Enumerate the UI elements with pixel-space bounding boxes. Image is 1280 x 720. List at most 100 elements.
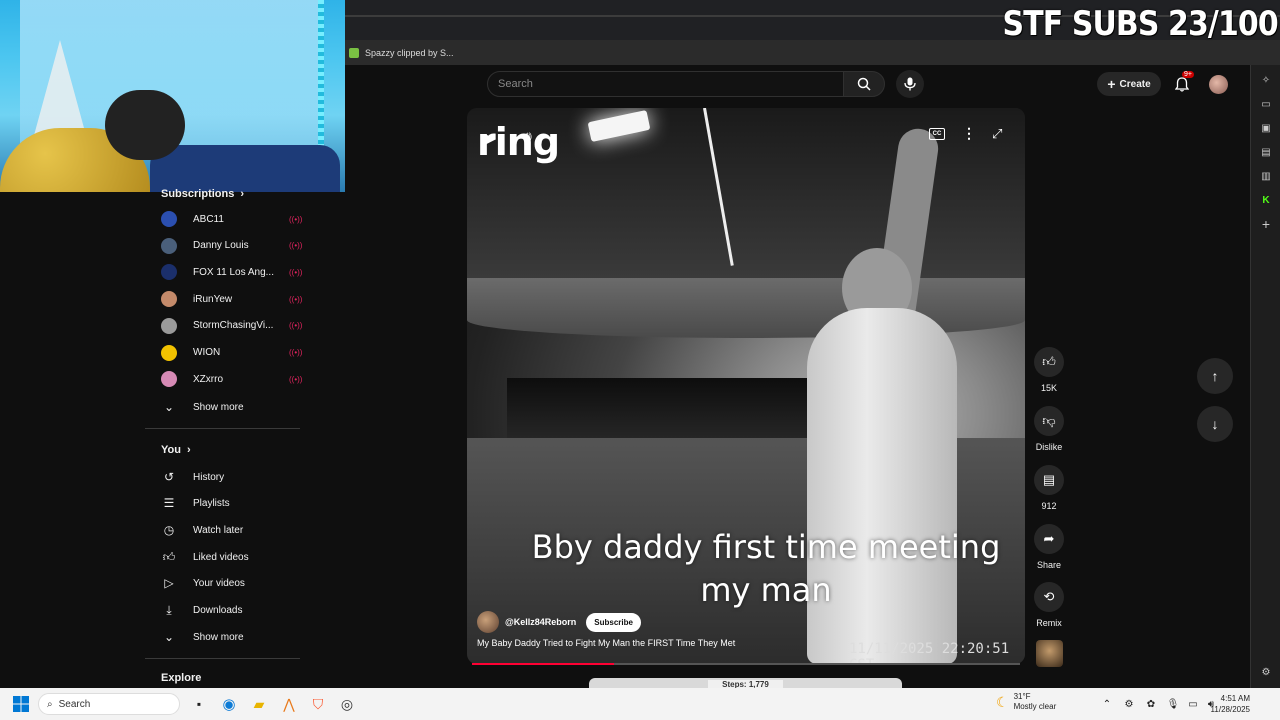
video-caption: Bby daddy first time meeting my man xyxy=(467,526,1025,612)
subscription-name: Danny Louis xyxy=(193,240,249,252)
sidebar-item-label: History xyxy=(193,471,225,483)
thumbs-down-icon[interactable]: 👎︎ xyxy=(1034,406,1064,436)
weather-desc: Mostly clear xyxy=(1013,702,1057,711)
search-input[interactable]: Search xyxy=(487,71,844,97)
reading-list-icon[interactable]: ▥ xyxy=(1259,169,1273,183)
sidebar-item-playlists[interactable]: ☰ Playlists xyxy=(161,490,301,516)
subscription-name: ABC11 xyxy=(193,213,224,225)
subscription-item[interactable]: FOX 11 Los Ang... ((•)) xyxy=(161,259,302,285)
next-short-preview[interactable]: Steps: 1,779 xyxy=(589,678,902,688)
taskbar-clock[interactable]: 4:51 AM 11/28/2025 xyxy=(1211,693,1250,715)
show-more-label: Show more xyxy=(193,401,244,413)
sidebar-item-watch-later[interactable]: ◷ Watch later xyxy=(161,517,301,543)
search-button[interactable] xyxy=(843,71,885,97)
tray-app-icon[interactable]: ✿ xyxy=(1144,694,1158,714)
you-title: You xyxy=(161,444,181,456)
sidebar-item-label: Watch later xyxy=(193,524,244,536)
show-more-subscriptions[interactable]: ⌄ Show more xyxy=(161,394,301,420)
moon-cloud-icon: ☾ xyxy=(996,693,1009,710)
create-button[interactable]: + Create xyxy=(1097,72,1161,96)
brave-browser-icon[interactable]: ⛉ xyxy=(308,694,328,714)
subscription-item[interactable]: Danny Louis ((•)) xyxy=(161,233,303,259)
sidebar-item-label: Your videos xyxy=(193,577,245,589)
like-action[interactable]: 👍︎ 15K xyxy=(1034,347,1064,393)
shorts-video-player[interactable]: ring ▶ 🔊︎ CC ⋮ ⤢ Bby daddy first time me… xyxy=(467,108,1025,664)
sidebar-item-history[interactable]: ↺ History xyxy=(161,464,301,490)
browser-sidebar: ✧ ▭ ▣ ▤ ▥ K + ⚙ xyxy=(1250,65,1280,688)
sidebar-item-label: Downloads xyxy=(193,604,243,616)
channel-name[interactable]: @Kellz84Reborn xyxy=(505,617,576,627)
wallet-icon[interactable]: ▣ xyxy=(1259,121,1273,135)
notifications-button[interactable]: 9+ xyxy=(1172,71,1194,94)
channel-avatar[interactable] xyxy=(477,611,499,633)
tray-app-icon[interactable]: ⚙ xyxy=(1122,694,1136,714)
tab-title: Spazzy clipped by S... xyxy=(365,47,454,58)
task-view-icon[interactable]: ▪ xyxy=(190,694,208,714)
comments-action[interactable]: ▤ 912 xyxy=(1034,465,1064,511)
clock-date: 11/28/2025 xyxy=(1210,705,1250,714)
remix-action[interactable]: ⟲ Remix xyxy=(1034,582,1064,628)
windows-start-icon[interactable] xyxy=(12,694,30,714)
edge-browser-icon[interactable]: ◉ xyxy=(220,694,238,714)
dislike-action[interactable]: 👎︎ Dislike xyxy=(1034,406,1064,452)
more-options-icon[interactable]: ⋮ xyxy=(962,125,976,142)
clock-time: 4:51 AM xyxy=(1220,694,1250,703)
fullscreen-icon[interactable]: ⤢ xyxy=(992,126,1002,142)
subscriptions-title: Subscriptions xyxy=(161,188,235,200)
settings-gear-icon[interactable]: ⚙ xyxy=(1259,665,1273,679)
microphone-icon[interactable]: 🎙︎ xyxy=(1166,694,1180,714)
share-action[interactable]: ➦ Share xyxy=(1034,524,1064,570)
subscription-name: XZxrro xyxy=(193,373,223,385)
weather-widget[interactable]: ☾ 31°F Mostly clear xyxy=(996,692,1056,712)
thumbs-up-icon[interactable]: 👍︎ xyxy=(1034,347,1064,377)
subscription-item[interactable]: StormChasingVi... ((•)) xyxy=(161,313,302,339)
volume-icon[interactable]: 🔊︎ xyxy=(523,128,532,145)
sound-thumbnail[interactable] xyxy=(1036,640,1063,667)
clock-icon: ◷ xyxy=(163,523,175,537)
bookmarks-icon[interactable]: ▤ xyxy=(1259,145,1273,159)
sidebar-item-liked-videos[interactable]: 👍︎ Liked videos xyxy=(161,544,301,570)
subscribe-button[interactable]: Subscribe xyxy=(586,612,641,632)
live-indicator-icon: ((•)) xyxy=(289,348,303,357)
camera-timestamp: 11/11/2025 22:20:51 CST xyxy=(849,641,1010,664)
remix-icon[interactable]: ⟲ xyxy=(1034,582,1064,612)
you-heading[interactable]: You › xyxy=(161,444,191,456)
app-icon[interactable]: ⋀ xyxy=(280,694,298,714)
account-avatar[interactable] xyxy=(1209,75,1228,94)
comment-icon[interactable]: ▤ xyxy=(1034,465,1064,495)
channel-row: @Kellz84Reborn Subscribe xyxy=(477,611,641,633)
microphone-icon xyxy=(904,77,916,91)
search-icon: ⌕ xyxy=(47,698,53,710)
play-icon[interactable]: ▶ xyxy=(485,130,496,147)
next-short-button[interactable]: ↓ xyxy=(1197,406,1233,442)
subscription-item[interactable]: iRunYew ((•)) xyxy=(161,286,302,312)
previous-short-button[interactable]: ↑ xyxy=(1197,358,1233,394)
subscription-item[interactable]: WION ((•)) xyxy=(161,340,303,366)
sidebar-item-downloads[interactable]: ⤓ Downloads xyxy=(161,597,301,623)
plus-icon: + xyxy=(1107,76,1116,92)
network-icon[interactable]: ▭ xyxy=(1186,694,1200,714)
show-more-you[interactable]: ⌄ Show more xyxy=(161,624,301,650)
chevron-right-icon: › xyxy=(240,188,245,200)
subscription-item[interactable]: XZxrro ((•)) xyxy=(161,366,302,392)
subscription-item[interactable]: ABC11 ((•)) xyxy=(161,206,302,232)
sidebar-item-your-videos[interactable]: ▷ Your videos xyxy=(161,570,301,596)
kick-icon[interactable]: K xyxy=(1259,193,1273,207)
voice-search-button[interactable] xyxy=(896,70,924,98)
captions-button[interactable]: CC xyxy=(929,128,945,140)
taskbar-search[interactable]: ⌕ Search xyxy=(38,693,180,715)
live-indicator-icon: ((•)) xyxy=(289,241,303,251)
channel-avatar xyxy=(161,211,177,227)
like-count: 15K xyxy=(1040,383,1057,393)
media-icon[interactable]: ▭ xyxy=(1259,97,1273,111)
file-explorer-icon[interactable]: ▰ xyxy=(250,694,268,714)
caption-line: Bby daddy first time meeting xyxy=(531,528,1001,566)
video-progress-bar[interactable] xyxy=(472,663,1020,665)
share-icon[interactable]: ➦ xyxy=(1034,524,1064,554)
leo-ai-icon[interactable]: ✧ xyxy=(1259,73,1273,87)
chevron-up-icon[interactable]: ⌃ xyxy=(1100,694,1114,714)
obs-icon[interactable]: ◎ xyxy=(338,694,356,714)
subscriptions-heading[interactable]: Subscriptions › xyxy=(161,188,244,200)
video-title[interactable]: My Baby Daddy Tried to Fight My Man the … xyxy=(477,638,735,648)
add-panel-icon[interactable]: + xyxy=(1259,216,1273,232)
